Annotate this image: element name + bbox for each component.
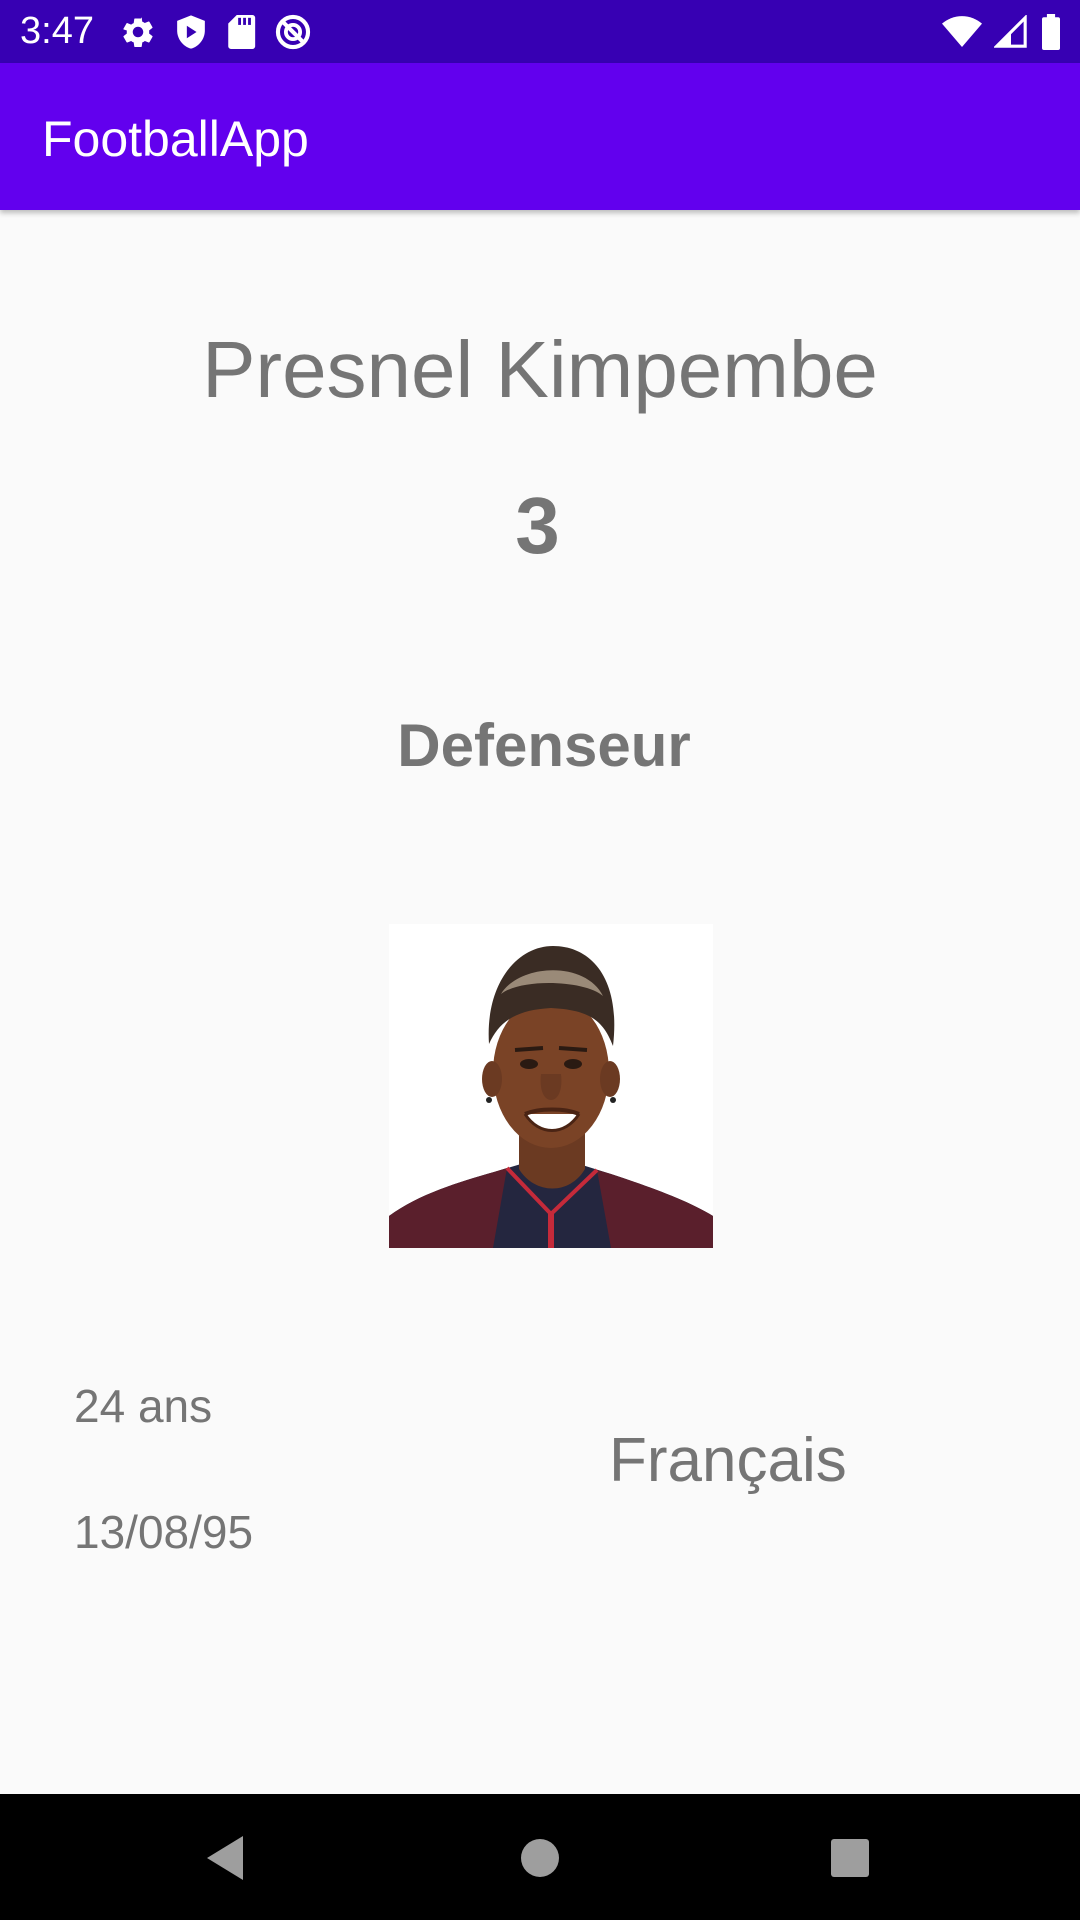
recents-icon (830, 1838, 870, 1878)
back-button[interactable] (190, 1822, 262, 1894)
player-birthdate: 13/08/95 (74, 1506, 254, 1558)
player-nationality: Français (609, 1426, 847, 1495)
wifi-icon (942, 15, 982, 49)
player-detail: Presnel Kimpembe 3 Defenseur 24 ans 13/0… (0, 210, 1080, 1794)
home-icon (519, 1837, 561, 1879)
status-icons-left (120, 12, 312, 52)
status-icons-right (942, 12, 1062, 52)
play-protect-icon (174, 14, 208, 50)
cellular-signal-icon (994, 15, 1028, 49)
player-number: 3 (515, 481, 560, 570)
app-bar: FootballApp (0, 63, 1080, 210)
gear-icon (120, 14, 156, 50)
player-age: 24 ans (74, 1380, 213, 1432)
no-disturb-icon (274, 13, 312, 51)
navigation-bar (0, 1794, 1080, 1920)
player-name: Presnel Kimpembe (202, 325, 878, 414)
back-icon (203, 1834, 249, 1882)
status-bar: 3:47 (0, 0, 1080, 63)
status-time: 3:47 (20, 10, 94, 52)
player-position: Defenseur (397, 712, 691, 779)
recents-button[interactable] (814, 1822, 886, 1894)
app-title: FootballApp (42, 111, 309, 167)
battery-icon (1040, 14, 1062, 50)
sd-card-icon (226, 15, 256, 49)
player-photo (389, 924, 713, 1248)
home-button[interactable] (504, 1822, 576, 1894)
